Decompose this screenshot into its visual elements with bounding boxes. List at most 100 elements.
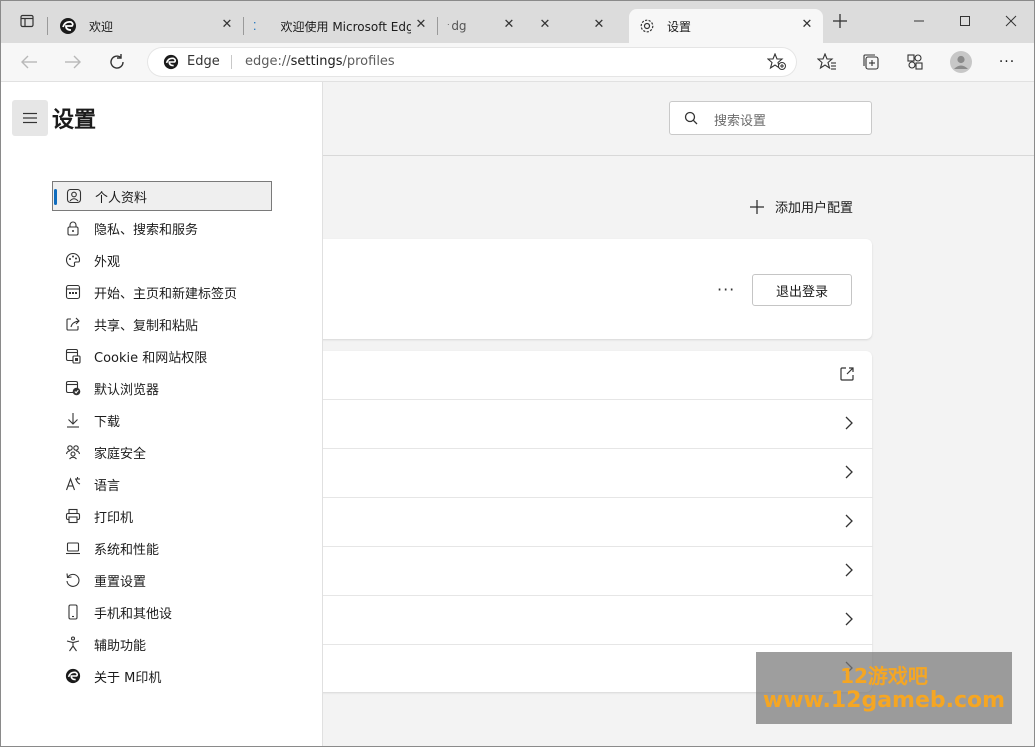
site-identity: Edge — [187, 54, 220, 69]
search-settings-input[interactable]: 搜索设置 — [669, 101, 872, 135]
edge-logo-icon — [163, 54, 179, 70]
url-text[interactable]: edge://settings/profiles — [245, 54, 395, 69]
tab-welcome-edge[interactable]: ⁚ 欢迎使用 Microsoft Edg ✕ — [247, 9, 435, 43]
minimize-button[interactable] — [907, 9, 931, 33]
chevron-right-icon[interactable] — [841, 612, 855, 626]
sidebar-item-label: 手机和其他设 — [94, 606, 173, 622]
download-icon — [65, 412, 81, 428]
cookie-icon — [65, 348, 81, 364]
accessibility-icon — [65, 636, 81, 652]
phone-icon — [65, 604, 81, 620]
external-link-icon[interactable] — [839, 366, 855, 382]
share-icon — [65, 316, 81, 332]
add-favorite-icon[interactable] — [767, 53, 787, 71]
back-button[interactable] — [15, 49, 43, 75]
tab-edge-short[interactable]: ᐧ dg ✕ — [441, 9, 521, 43]
chevron-right-icon[interactable] — [841, 563, 855, 577]
watermark-url: www.12gameb.com — [762, 688, 1006, 713]
sidebar-item-label: 辅助功能 — [94, 638, 147, 654]
sidebar-item-label: 下载 — [94, 414, 121, 430]
sidebar-item-languages[interactable]: 语言 — [52, 469, 272, 499]
hamburger-menu-icon[interactable] — [12, 100, 48, 136]
chevron-right-icon[interactable] — [841, 416, 855, 430]
add-profile-button[interactable]: 添加用户配置 — [749, 197, 853, 216]
profile-icon — [66, 188, 82, 204]
sidebar-item-label: 重置设置 — [94, 574, 147, 590]
browser-window: 欢迎 ✕ ⁚ 欢迎使用 Microsoft Edg ✕ ᐧ dg ✕ ✕ ✕ 设… — [0, 0, 1035, 747]
loading-icon: ⁚ — [253, 19, 257, 33]
tab-settings[interactable]: 设置 ✕ — [629, 9, 823, 43]
tab-label: 欢迎 — [89, 19, 114, 34]
search-placeholder: 搜索设置 — [714, 114, 767, 129]
chevron-right-icon[interactable] — [841, 465, 855, 479]
family-icon — [65, 444, 81, 460]
sidebar-item-share-copy-paste[interactable]: 共享、复制和粘贴 — [52, 309, 272, 339]
sidebar-item-reset[interactable]: 重置设置 — [52, 565, 272, 595]
loading-icon: ᐧ — [447, 21, 450, 31]
printer-icon — [65, 508, 81, 524]
sidebar-item-label: 默认浏览器 — [94, 382, 160, 398]
tab-welcome[interactable]: 欢迎 ✕ — [53, 9, 241, 43]
edge-logo-icon — [65, 668, 81, 684]
watermark: 12游戏吧 www.12gameb.com — [756, 652, 1012, 724]
collections-icon[interactable] — [857, 49, 885, 75]
chevron-right-icon[interactable] — [841, 514, 855, 528]
sidebar-item-downloads[interactable]: 下载 — [52, 405, 272, 435]
sidebar-item-system[interactable]: 系统和性能 — [52, 533, 272, 563]
sidebar-item-label: 隐私、搜索和服务 — [94, 222, 199, 238]
sidebar-item-profiles[interactable]: 个人资料 — [52, 181, 272, 211]
sidebar-item-label: 语言 — [94, 478, 121, 494]
sidebar-item-label: 打印机 — [94, 510, 134, 526]
tab-pinned-2[interactable]: ✕ — [567, 9, 627, 43]
tab-label: 欢迎使用 Microsoft Edg — [280, 19, 411, 34]
close-tab-icon[interactable]: ✕ — [501, 17, 517, 33]
sidebar-item-label: 个人资料 — [95, 190, 148, 206]
tab-strip: 欢迎 ✕ ⁚ 欢迎使用 Microsoft Edg ✕ ᐧ dg ✕ ✕ ✕ 设… — [1, 1, 1034, 43]
close-tab-icon[interactable]: ✕ — [537, 17, 553, 33]
favorites-icon[interactable] — [813, 49, 841, 75]
sidebar-item-label: 系统和性能 — [94, 542, 160, 558]
forward-button[interactable] — [59, 49, 87, 75]
watermark-title: 12游戏吧 — [840, 664, 928, 688]
close-window-button[interactable] — [999, 9, 1023, 33]
sidebar-item-label: 开始、主页和新建标签页 — [94, 286, 238, 302]
tab-pinned-1[interactable]: ✕ — [521, 9, 561, 43]
profile-avatar[interactable] — [947, 49, 975, 75]
close-tab-icon[interactable]: ✕ — [413, 17, 429, 33]
close-tab-icon[interactable]: ✕ — [219, 17, 235, 33]
settings-page: 搜索设置 添加用户配置 ··· 退出登录 设置 个人资料 隐私、搜索和服务 外观… — [1, 82, 1034, 746]
sidebar-item-printers[interactable]: 打印机 — [52, 501, 272, 531]
address-bar[interactable]: Edge edge://settings/profiles — [147, 47, 797, 77]
close-tab-icon[interactable]: ✕ — [799, 17, 815, 33]
browser-icon — [65, 380, 81, 396]
sidebar-item-label: 外观 — [94, 254, 121, 270]
profile-more-icon[interactable]: ··· — [717, 280, 735, 299]
sign-out-button[interactable]: 退出登录 — [752, 274, 852, 306]
sidebar-item-privacy[interactable]: 隐私、搜索和服务 — [52, 213, 272, 243]
tab-label: 设置 — [667, 19, 692, 34]
close-tab-icon[interactable]: ✕ — [591, 17, 607, 33]
language-icon — [65, 476, 81, 492]
sidebar-item-family[interactable]: 家庭安全 — [52, 437, 272, 467]
sidebar-item-label: Cookie 和网站权限 — [94, 350, 208, 366]
sidebar-item-cookies[interactable]: Cookie 和网站权限 — [52, 341, 272, 371]
refresh-button[interactable] — [103, 49, 131, 75]
more-menu-icon[interactable]: ··· — [993, 49, 1021, 75]
profile-settings-card — [301, 351, 872, 692]
sidebar-item-label: 共享、复制和粘贴 — [94, 318, 199, 334]
palette-icon — [65, 252, 81, 268]
sidebar-item-appearance[interactable]: 外观 — [52, 245, 272, 275]
sidebar-item-about[interactable]: 关于 M印机 — [52, 661, 272, 691]
tab-actions-icon[interactable] — [15, 9, 39, 33]
home-grid-icon — [65, 284, 81, 300]
page-title: 设置 — [52, 108, 97, 133]
sidebar-item-default-browser[interactable]: 默认浏览器 — [52, 373, 272, 403]
new-tab-button[interactable] — [828, 9, 852, 33]
settings-sidebar: 设置 个人资料 隐私、搜索和服务 外观 开始、主页和新建标签页 共享、复制和粘贴 — [1, 82, 322, 746]
sidebar-item-phone[interactable]: 手机和其他设 — [52, 597, 272, 627]
sidebar-item-start-home[interactable]: 开始、主页和新建标签页 — [52, 277, 272, 307]
maximize-button[interactable] — [953, 9, 977, 33]
extensions-icon[interactable] — [901, 49, 929, 75]
laptop-icon — [65, 540, 81, 556]
sidebar-item-accessibility[interactable]: 辅助功能 — [52, 629, 272, 659]
